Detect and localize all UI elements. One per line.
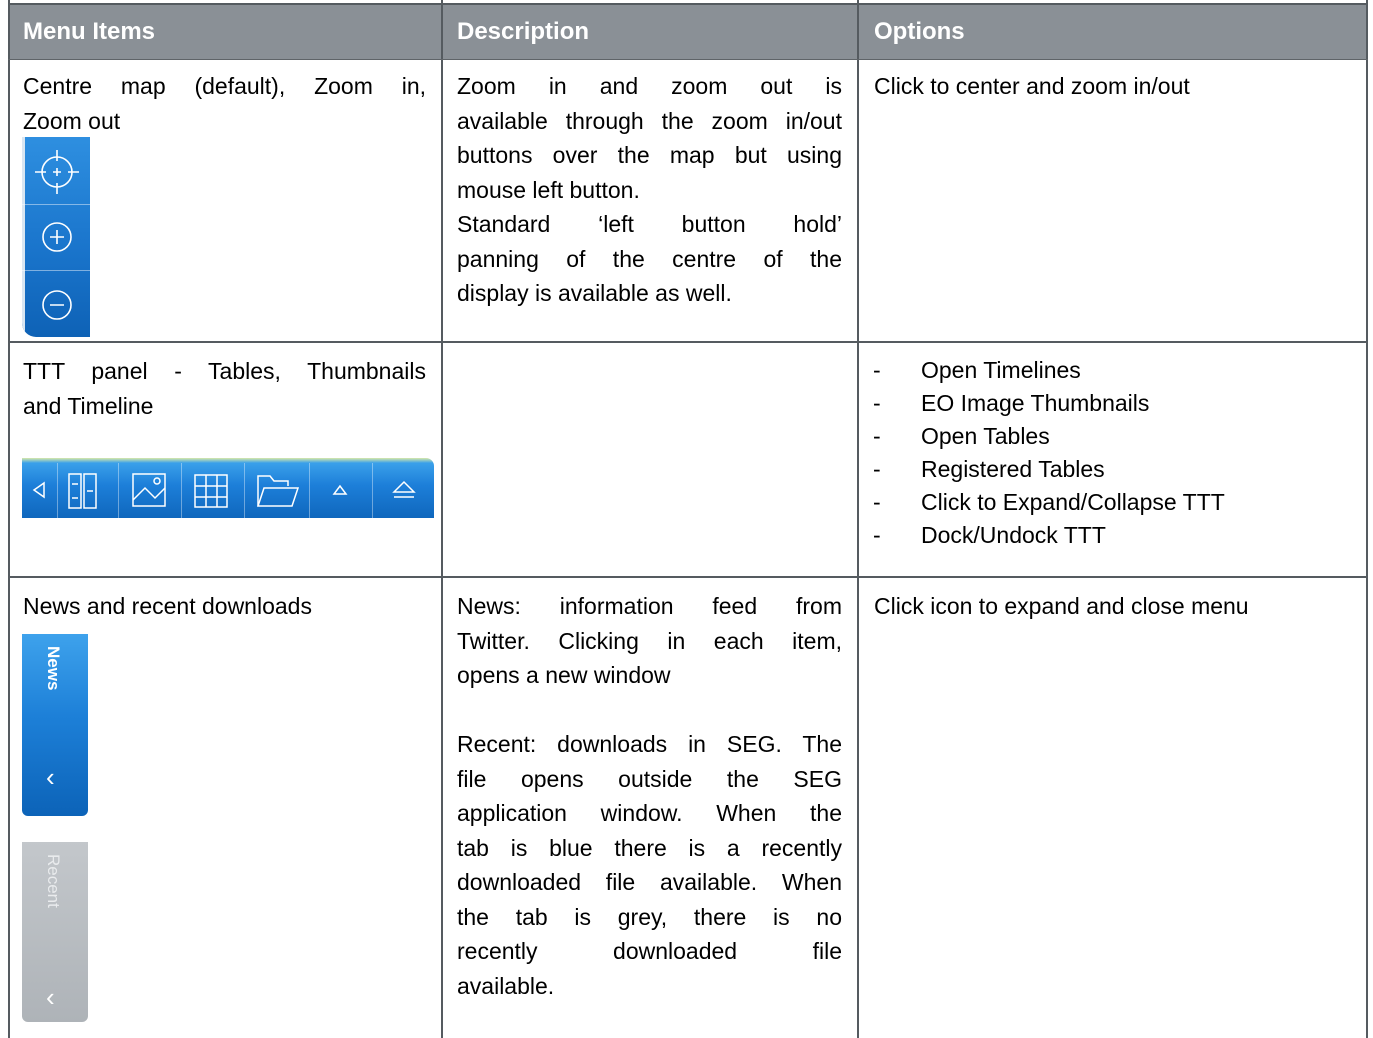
- header-options: Options: [874, 18, 965, 45]
- ttt-options-list: - Open Timelines - EO Image Thumbnails - Op…: [873, 354, 1225, 552]
- row3-desc-line: the tab is grey, there is no: [457, 903, 842, 930]
- chevron-left-icon: ‹: [46, 762, 55, 792]
- zoom-control: [22, 137, 90, 337]
- row3-desc-line: tab is blue there is a recently: [457, 834, 842, 861]
- ttt-panel-toolbar: [22, 458, 434, 518]
- row-divider-2: [8, 576, 1368, 578]
- row1-desc-line: mouse left button.: [457, 176, 640, 203]
- row3-desc-line: available.: [457, 972, 555, 999]
- zoom-out-icon[interactable]: [42, 290, 72, 320]
- row2-menu-line: and Timeline: [23, 392, 154, 419]
- row3-desc-line: [457, 693, 842, 728]
- row1-option: Click to center and zoom in/out: [874, 73, 1190, 99]
- news-tab-label: News: [44, 646, 63, 691]
- table-grid-icon[interactable]: [194, 474, 228, 508]
- row3-desc-line: recently downloaded file: [457, 938, 842, 964]
- chevron-left-icon: ‹: [46, 982, 55, 1012]
- eject-dock-icon[interactable]: [392, 480, 416, 498]
- row3-desc-line: application window. When the: [457, 800, 842, 826]
- header-divider: [8, 59, 1368, 60]
- image-thumbnail-icon[interactable]: [132, 473, 166, 507]
- folder-icon[interactable]: [256, 475, 300, 507]
- row1-menu-item: Centre map (default), Zoom in, Zoom out: [23, 69, 426, 138]
- table-header-background: [10, 5, 1367, 59]
- table-border-top: [8, 3, 1368, 5]
- header-description: Description: [457, 18, 590, 45]
- table-border-col3: [857, 0, 859, 1038]
- row1-desc-line: Zoom in and zoom out is: [457, 73, 842, 99]
- center-map-icon[interactable]: [35, 150, 79, 194]
- zoom-in-icon[interactable]: [42, 222, 72, 252]
- row3-description: News: information feed from Twitter. Cli…: [457, 589, 842, 1003]
- row1-desc-line: Standard ‘left button hold’: [457, 211, 842, 237]
- row2-menu-item: TTT panel - Tables, Thumbnails and Timel…: [23, 354, 426, 423]
- row3-option: Click icon to expand and close menu: [874, 593, 1249, 619]
- row3-desc-line: Recent: downloads in SEG. The: [457, 731, 842, 757]
- row1-desc-line: display is available as well.: [457, 280, 732, 306]
- list-item: - Registered Tables: [873, 456, 1105, 482]
- row3-desc-line: opens a new window: [457, 662, 671, 688]
- row1-menu-line: Centre map (default), Zoom in,: [23, 73, 426, 99]
- expand-triangle-icon[interactable]: [332, 484, 348, 495]
- row1-desc-line: panning of the centre of the: [457, 245, 842, 272]
- row1-desc-line: available through the zoom in/out: [457, 107, 842, 134]
- row3-desc-line: Twitter. Clicking in each item,: [457, 627, 842, 654]
- list-item: - Dock/Undock TTT: [873, 522, 1106, 548]
- table-border-left: [8, 0, 10, 1038]
- row3-desc-line: News: information feed from: [457, 593, 842, 619]
- row-divider-1: [8, 341, 1368, 343]
- row1-description: Zoom in and zoom out is available throug…: [457, 69, 842, 311]
- row1-menu-line: Zoom out: [23, 107, 121, 134]
- list-item: - Click to Expand/Collapse TTT: [873, 489, 1225, 515]
- timeline-icon[interactable]: [68, 473, 97, 509]
- row3-desc-line: downloaded file available. When: [457, 869, 842, 895]
- recent-tab[interactable]: Recent ‹: [22, 842, 88, 1022]
- row3-menu-item: News and recent downloads: [23, 593, 312, 619]
- row2-menu-line: TTT panel - Tables, Thumbnails: [23, 358, 426, 384]
- table-border-right: [1366, 0, 1368, 1038]
- collapse-arrow-icon[interactable]: [32, 481, 45, 499]
- table-border-col2: [441, 0, 443, 1038]
- list-item: - EO Image Thumbnails: [873, 390, 1150, 416]
- row1-desc-line: buttons over the map but using: [457, 142, 842, 168]
- list-item: - Open Timelines: [873, 357, 1081, 383]
- list-item: - Open Tables: [873, 423, 1050, 449]
- row3-desc-line: file opens outside the SEG: [457, 765, 842, 792]
- header-menu-items: Menu Items: [23, 18, 156, 45]
- news-tab[interactable]: News ‹: [22, 634, 88, 816]
- recent-tab-label: Recent: [44, 854, 63, 908]
